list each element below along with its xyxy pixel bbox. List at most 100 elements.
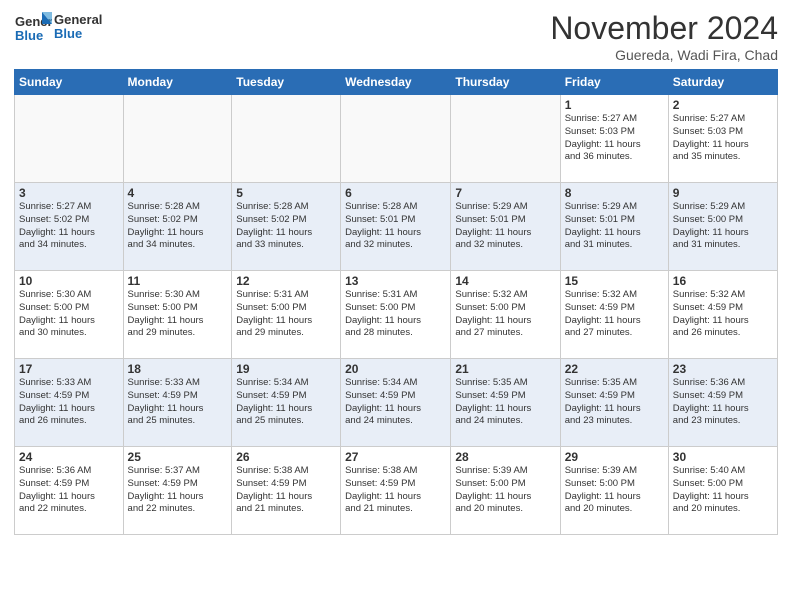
logo: General Blue General Blue <box>14 10 102 44</box>
day-info: Sunrise: 5:31 AM Sunset: 5:00 PM Dayligh… <box>345 289 446 340</box>
day-number: 26 <box>236 450 336 464</box>
day-info: Sunrise: 5:27 AM Sunset: 5:02 PM Dayligh… <box>19 201 119 252</box>
day-info: Sunrise: 5:30 AM Sunset: 5:00 PM Dayligh… <box>128 289 228 340</box>
location: Guereda, Wadi Fira, Chad <box>550 47 778 63</box>
day-number: 11 <box>128 274 228 288</box>
calendar-cell: 14Sunrise: 5:32 AM Sunset: 5:00 PM Dayli… <box>451 271 560 359</box>
day-info: Sunrise: 5:32 AM Sunset: 4:59 PM Dayligh… <box>565 289 664 340</box>
calendar-cell: 2Sunrise: 5:27 AM Sunset: 5:03 PM Daylig… <box>668 95 777 183</box>
day-number: 3 <box>19 186 119 200</box>
day-number: 19 <box>236 362 336 376</box>
calendar-cell <box>341 95 451 183</box>
day-number: 18 <box>128 362 228 376</box>
calendar-cell <box>15 95 124 183</box>
day-info: Sunrise: 5:30 AM Sunset: 5:00 PM Dayligh… <box>19 289 119 340</box>
day-number: 1 <box>565 98 664 112</box>
day-info: Sunrise: 5:34 AM Sunset: 4:59 PM Dayligh… <box>345 377 446 428</box>
calendar-cell: 21Sunrise: 5:35 AM Sunset: 4:59 PM Dayli… <box>451 359 560 447</box>
day-number: 25 <box>128 450 228 464</box>
day-info: Sunrise: 5:38 AM Sunset: 4:59 PM Dayligh… <box>345 465 446 516</box>
weekday-header-row: SundayMondayTuesdayWednesdayThursdayFrid… <box>15 70 778 95</box>
day-number: 10 <box>19 274 119 288</box>
calendar-cell <box>123 95 232 183</box>
day-info: Sunrise: 5:27 AM Sunset: 5:03 PM Dayligh… <box>673 113 773 164</box>
calendar-cell: 9Sunrise: 5:29 AM Sunset: 5:00 PM Daylig… <box>668 183 777 271</box>
weekday-header-sunday: Sunday <box>15 70 124 95</box>
weekday-header-monday: Monday <box>123 70 232 95</box>
day-info: Sunrise: 5:29 AM Sunset: 5:01 PM Dayligh… <box>455 201 555 252</box>
day-number: 17 <box>19 362 119 376</box>
day-info: Sunrise: 5:39 AM Sunset: 5:00 PM Dayligh… <box>455 465 555 516</box>
calendar-cell: 5Sunrise: 5:28 AM Sunset: 5:02 PM Daylig… <box>232 183 341 271</box>
weekday-header-saturday: Saturday <box>668 70 777 95</box>
calendar-cell: 22Sunrise: 5:35 AM Sunset: 4:59 PM Dayli… <box>560 359 668 447</box>
day-info: Sunrise: 5:36 AM Sunset: 4:59 PM Dayligh… <box>673 377 773 428</box>
calendar-cell: 27Sunrise: 5:38 AM Sunset: 4:59 PM Dayli… <box>341 447 451 535</box>
day-number: 14 <box>455 274 555 288</box>
calendar-week-row: 24Sunrise: 5:36 AM Sunset: 4:59 PM Dayli… <box>15 447 778 535</box>
calendar-cell: 6Sunrise: 5:28 AM Sunset: 5:01 PM Daylig… <box>341 183 451 271</box>
calendar-cell: 8Sunrise: 5:29 AM Sunset: 5:01 PM Daylig… <box>560 183 668 271</box>
calendar-week-row: 1Sunrise: 5:27 AM Sunset: 5:03 PM Daylig… <box>15 95 778 183</box>
day-number: 23 <box>673 362 773 376</box>
day-info: Sunrise: 5:33 AM Sunset: 4:59 PM Dayligh… <box>128 377 228 428</box>
day-info: Sunrise: 5:34 AM Sunset: 4:59 PM Dayligh… <box>236 377 336 428</box>
weekday-header-friday: Friday <box>560 70 668 95</box>
day-number: 29 <box>565 450 664 464</box>
day-info: Sunrise: 5:27 AM Sunset: 5:03 PM Dayligh… <box>565 113 664 164</box>
day-number: 12 <box>236 274 336 288</box>
calendar-cell: 23Sunrise: 5:36 AM Sunset: 4:59 PM Dayli… <box>668 359 777 447</box>
day-number: 20 <box>345 362 446 376</box>
day-info: Sunrise: 5:32 AM Sunset: 5:00 PM Dayligh… <box>455 289 555 340</box>
day-number: 9 <box>673 186 773 200</box>
day-info: Sunrise: 5:36 AM Sunset: 4:59 PM Dayligh… <box>19 465 119 516</box>
calendar-cell: 16Sunrise: 5:32 AM Sunset: 4:59 PM Dayli… <box>668 271 777 359</box>
calendar-cell: 15Sunrise: 5:32 AM Sunset: 4:59 PM Dayli… <box>560 271 668 359</box>
day-info: Sunrise: 5:28 AM Sunset: 5:02 PM Dayligh… <box>128 201 228 252</box>
calendar-week-row: 3Sunrise: 5:27 AM Sunset: 5:02 PM Daylig… <box>15 183 778 271</box>
day-number: 21 <box>455 362 555 376</box>
calendar-cell: 4Sunrise: 5:28 AM Sunset: 5:02 PM Daylig… <box>123 183 232 271</box>
day-info: Sunrise: 5:29 AM Sunset: 5:01 PM Dayligh… <box>565 201 664 252</box>
day-info: Sunrise: 5:31 AM Sunset: 5:00 PM Dayligh… <box>236 289 336 340</box>
day-number: 6 <box>345 186 446 200</box>
day-number: 22 <box>565 362 664 376</box>
calendar-cell: 10Sunrise: 5:30 AM Sunset: 5:00 PM Dayli… <box>15 271 124 359</box>
calendar-cell <box>232 95 341 183</box>
calendar-cell: 12Sunrise: 5:31 AM Sunset: 5:00 PM Dayli… <box>232 271 341 359</box>
day-info: Sunrise: 5:28 AM Sunset: 5:02 PM Dayligh… <box>236 201 336 252</box>
calendar-cell: 28Sunrise: 5:39 AM Sunset: 5:00 PM Dayli… <box>451 447 560 535</box>
day-number: 30 <box>673 450 773 464</box>
logo-general-text: General <box>54 13 102 27</box>
day-number: 24 <box>19 450 119 464</box>
calendar-cell: 13Sunrise: 5:31 AM Sunset: 5:00 PM Dayli… <box>341 271 451 359</box>
header: General Blue General Blue November 2024 … <box>14 10 778 63</box>
day-info: Sunrise: 5:39 AM Sunset: 5:00 PM Dayligh… <box>565 465 664 516</box>
day-info: Sunrise: 5:33 AM Sunset: 4:59 PM Dayligh… <box>19 377 119 428</box>
weekday-header-wednesday: Wednesday <box>341 70 451 95</box>
svg-text:Blue: Blue <box>15 28 43 43</box>
calendar-cell: 30Sunrise: 5:40 AM Sunset: 5:00 PM Dayli… <box>668 447 777 535</box>
calendar-cell: 7Sunrise: 5:29 AM Sunset: 5:01 PM Daylig… <box>451 183 560 271</box>
month-title: November 2024 <box>550 10 778 47</box>
day-number: 7 <box>455 186 555 200</box>
day-info: Sunrise: 5:35 AM Sunset: 4:59 PM Dayligh… <box>565 377 664 428</box>
day-number: 15 <box>565 274 664 288</box>
calendar-cell: 25Sunrise: 5:37 AM Sunset: 4:59 PM Dayli… <box>123 447 232 535</box>
day-number: 28 <box>455 450 555 464</box>
calendar-table: SundayMondayTuesdayWednesdayThursdayFrid… <box>14 69 778 535</box>
weekday-header-tuesday: Tuesday <box>232 70 341 95</box>
calendar-week-row: 10Sunrise: 5:30 AM Sunset: 5:00 PM Dayli… <box>15 271 778 359</box>
page: General Blue General Blue November 2024 … <box>0 0 792 612</box>
day-number: 2 <box>673 98 773 112</box>
calendar-cell: 20Sunrise: 5:34 AM Sunset: 4:59 PM Dayli… <box>341 359 451 447</box>
day-info: Sunrise: 5:40 AM Sunset: 5:00 PM Dayligh… <box>673 465 773 516</box>
calendar-cell: 3Sunrise: 5:27 AM Sunset: 5:02 PM Daylig… <box>15 183 124 271</box>
day-info: Sunrise: 5:38 AM Sunset: 4:59 PM Dayligh… <box>236 465 336 516</box>
day-number: 8 <box>565 186 664 200</box>
calendar-week-row: 17Sunrise: 5:33 AM Sunset: 4:59 PM Dayli… <box>15 359 778 447</box>
day-info: Sunrise: 5:35 AM Sunset: 4:59 PM Dayligh… <box>455 377 555 428</box>
day-info: Sunrise: 5:37 AM Sunset: 4:59 PM Dayligh… <box>128 465 228 516</box>
calendar-cell: 1Sunrise: 5:27 AM Sunset: 5:03 PM Daylig… <box>560 95 668 183</box>
calendar-cell: 18Sunrise: 5:33 AM Sunset: 4:59 PM Dayli… <box>123 359 232 447</box>
